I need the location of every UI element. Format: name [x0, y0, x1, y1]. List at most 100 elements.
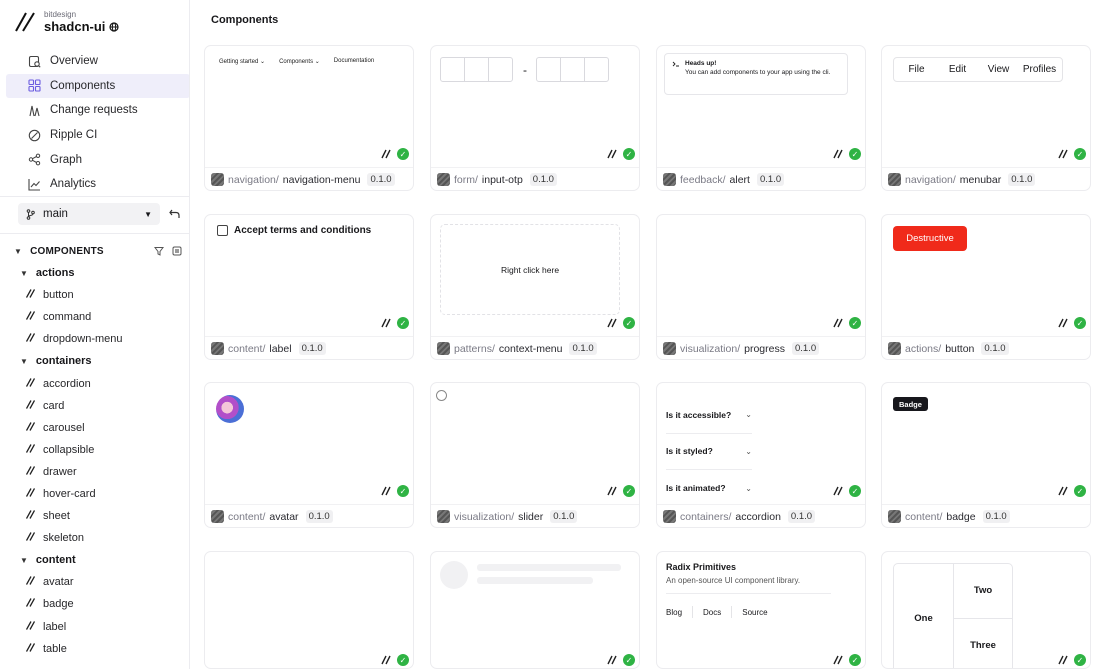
- components-icon: [28, 79, 41, 92]
- otp-slot[interactable]: [584, 57, 609, 82]
- component-card[interactable]: Is it accessible? ⌄ Is it styled? ⌄ Is it …: [656, 382, 866, 528]
- horizontal-separator: [666, 593, 831, 594]
- tree-item-label: label: [43, 620, 67, 633]
- accordion-item[interactable]: Is it animated? ⌄: [666, 470, 752, 503]
- component-card[interactable]: ✓: [204, 551, 414, 669]
- scope-icon: [437, 342, 450, 355]
- card-footer: containers/accordion 0.1.0: [657, 504, 865, 527]
- component-name: progress: [744, 342, 785, 355]
- destructive-button[interactable]: Destructive: [893, 226, 967, 251]
- component-card[interactable]: Badge ✓ content/badge 0.1.0: [881, 382, 1091, 528]
- collapse-all-icon[interactable]: [172, 246, 182, 256]
- nav-item-components[interactable]: Components: [6, 73, 189, 99]
- checkbox[interactable]: [217, 225, 228, 236]
- component-card[interactable]: Accept terms and conditions ✓ content/la…: [204, 214, 414, 360]
- tree-item-accordion[interactable]: accordion: [0, 372, 189, 394]
- tree-group-containers[interactable]: ▼ containers: [0, 350, 189, 372]
- card-status: ✓: [381, 317, 409, 329]
- bit-logo-icon: [607, 149, 617, 159]
- link-docs[interactable]: Docs: [703, 608, 721, 617]
- card-status: ✓: [381, 148, 409, 160]
- nav-item-graph[interactable]: Graph: [6, 147, 189, 172]
- link-source[interactable]: Source: [742, 608, 767, 617]
- otp-slot[interactable]: [488, 57, 513, 82]
- collapse-triangle-icon[interactable]: ▼: [14, 247, 22, 256]
- tree-item-label: skeleton: [43, 532, 84, 545]
- menubar-item-file[interactable]: File: [896, 64, 937, 75]
- component-card[interactable]: Destructive ✓ actions/button 0.1.0: [881, 214, 1091, 360]
- otp-slot[interactable]: [464, 57, 489, 82]
- tree-item-hover-card[interactable]: hover-card: [0, 483, 189, 505]
- tree-item-skeleton[interactable]: skeleton: [0, 527, 189, 549]
- tree-group-content[interactable]: ▼ content: [0, 549, 189, 571]
- component-card[interactable]: Heads up! You can add components to your…: [656, 45, 866, 191]
- tree-item-command[interactable]: command: [0, 306, 189, 328]
- context-menu-trigger[interactable]: Right click here: [440, 224, 620, 315]
- nav-item-overview[interactable]: Overview: [6, 49, 189, 74]
- scope-icon: [663, 342, 676, 355]
- component-card[interactable]: Getting started ⌄ Components ⌄ Documenta…: [204, 45, 414, 191]
- accordion-item[interactable]: Is it styled? ⌄: [666, 434, 752, 470]
- tree-item-table[interactable]: table: [0, 638, 189, 660]
- component-name: menubar: [959, 173, 1002, 186]
- accordion-item[interactable]: Is it accessible? ⌄: [666, 397, 752, 434]
- otp-slot[interactable]: [536, 57, 561, 82]
- nav-label: Components: [50, 79, 116, 92]
- component-card[interactable]: ✓ visualization/slider 0.1.0: [430, 382, 640, 528]
- tree-item-sheet[interactable]: sheet: [0, 505, 189, 527]
- tree-item-label: card: [43, 399, 65, 412]
- check-icon: ✓: [1074, 148, 1086, 160]
- menubar-item-edit[interactable]: Edit: [937, 64, 978, 75]
- component-card[interactable]: ✓: [430, 551, 640, 669]
- component-scope: patterns/: [454, 342, 495, 355]
- slider-thumb[interactable]: [436, 390, 447, 401]
- navmenu-item: Documentation: [333, 58, 375, 64]
- menubar-item-view[interactable]: View: [978, 64, 1019, 75]
- otp-slot[interactable]: [440, 57, 465, 82]
- component-card[interactable]: Right click here ✓ patterns/context-menu…: [430, 214, 640, 360]
- component-icon: [25, 333, 36, 345]
- check-icon: ✓: [623, 148, 635, 160]
- branch-select[interactable]: main ▼: [18, 203, 160, 225]
- tree-header: ▼ COMPONENTS: [14, 244, 182, 258]
- tree-item-avatar[interactable]: avatar: [0, 571, 189, 593]
- menubar-item-profiles[interactable]: Profiles: [1019, 64, 1060, 75]
- tree-item-card[interactable]: card: [0, 395, 189, 417]
- skeleton-line: [477, 577, 593, 584]
- tree-item-button[interactable]: button: [0, 284, 189, 306]
- component-icon: [25, 510, 36, 522]
- check-icon: ✓: [849, 317, 861, 329]
- otp-slot[interactable]: [560, 57, 585, 82]
- undo-icon[interactable]: [168, 207, 182, 221]
- component-card[interactable]: - ✓ form/input-otp 0.1.0: [430, 45, 640, 191]
- brand[interactable]: bitdesign shadcn-ui: [14, 8, 120, 36]
- skeleton-circle: [440, 561, 468, 589]
- bit-logo-icon: [1058, 149, 1068, 159]
- component-card[interactable]: Radix Primitives An open-source UI compo…: [656, 551, 866, 669]
- tree-group-label: containers: [35, 355, 92, 368]
- vertical-separator: [692, 606, 694, 618]
- tree-item-carousel[interactable]: carousel: [0, 417, 189, 439]
- tree-item-drawer[interactable]: drawer: [0, 461, 189, 483]
- tree-group-actions[interactable]: ▼ actions: [0, 262, 189, 284]
- component-card[interactable]: ✓ content/avatar 0.1.0: [204, 382, 414, 528]
- tree-item-collapsible[interactable]: collapsible: [0, 439, 189, 461]
- tree-item-label: dropdown-menu: [43, 333, 123, 346]
- page-title: Components: [211, 14, 279, 26]
- component-icon: [25, 443, 36, 456]
- component-card[interactable]: ✓ visualization/progress 0.1.0: [656, 214, 866, 360]
- bit-logo-icon: [833, 655, 843, 665]
- component-icon: [25, 466, 36, 478]
- tree-item-label[interactable]: label: [0, 616, 189, 638]
- filter-icon[interactable]: [154, 246, 164, 256]
- nav-item-ripple-ci[interactable]: Ripple CI: [6, 123, 189, 148]
- tree-item-dropdown-menu[interactable]: dropdown-menu: [0, 328, 189, 350]
- tree-item-badge[interactable]: badge: [0, 593, 189, 615]
- link-blog[interactable]: Blog: [666, 608, 682, 617]
- nav-item-analytics[interactable]: Analytics: [6, 172, 189, 197]
- avatar: [216, 395, 244, 423]
- component-card[interactable]: One Two Three ✓: [881, 551, 1091, 669]
- collapse-sidebar-button[interactable]: [189, 589, 190, 614]
- component-card[interactable]: File Edit View Profiles ✓ navigation/men…: [881, 45, 1091, 191]
- nav-item-change-requests[interactable]: Change requests: [6, 98, 189, 123]
